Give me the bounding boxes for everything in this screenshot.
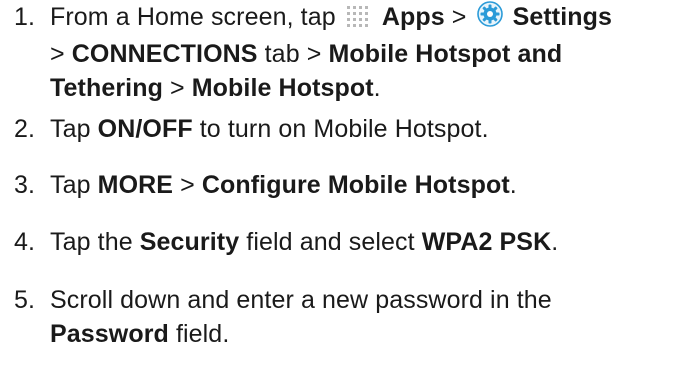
step-text: Tap ON/OFF to turn on Mobile Hotspot. (50, 115, 489, 143)
step-3: 3. Tap MORE > Configure Mobile Hotspot. (0, 168, 683, 202)
security-label: Security (139, 228, 240, 256)
mobile-hotspot-label: Mobile Hotspot (191, 74, 374, 102)
settings-label: Settings (512, 3, 612, 31)
settings-gear-icon (476, 0, 504, 37)
wpa2-psk-label: WPA2 PSK (421, 228, 552, 256)
step-number: 2. (14, 115, 36, 143)
step-5: 5. Scroll down and enter a new password … (0, 283, 683, 351)
step-number: 1. (14, 3, 36, 31)
password-label: Password (50, 320, 169, 348)
step-text: Tap the Security field and select WPA2 P… (50, 228, 559, 256)
apps-grid-icon (345, 3, 373, 37)
configure-hotspot-label: Configure Mobile Hotspot (201, 171, 510, 199)
apps-label: Apps (381, 3, 445, 31)
instruction-steps: 1. From a Home screen, tap Apps > Settin… (0, 0, 683, 366)
more-label: MORE (97, 171, 174, 199)
step-1: 1. From a Home screen, tap Apps > Settin… (0, 0, 683, 105)
on-off-label: ON/OFF (97, 115, 193, 143)
step-text: From a Home screen, tap Apps > Settings … (50, 0, 675, 105)
step-text: Tap MORE > Configure Mobile Hotspot. (50, 171, 517, 199)
step-2: 2. Tap ON/OFF to turn on Mobile Hotspot. (0, 112, 683, 146)
step-number: 5. (14, 286, 36, 314)
step-number: 4. (14, 228, 36, 256)
step-4: 4. Tap the Security field and select WPA… (0, 225, 683, 259)
connections-label: CONNECTIONS (71, 40, 258, 68)
step-text: Scroll down and enter a new password in … (50, 286, 552, 348)
step-number: 3. (14, 171, 36, 199)
